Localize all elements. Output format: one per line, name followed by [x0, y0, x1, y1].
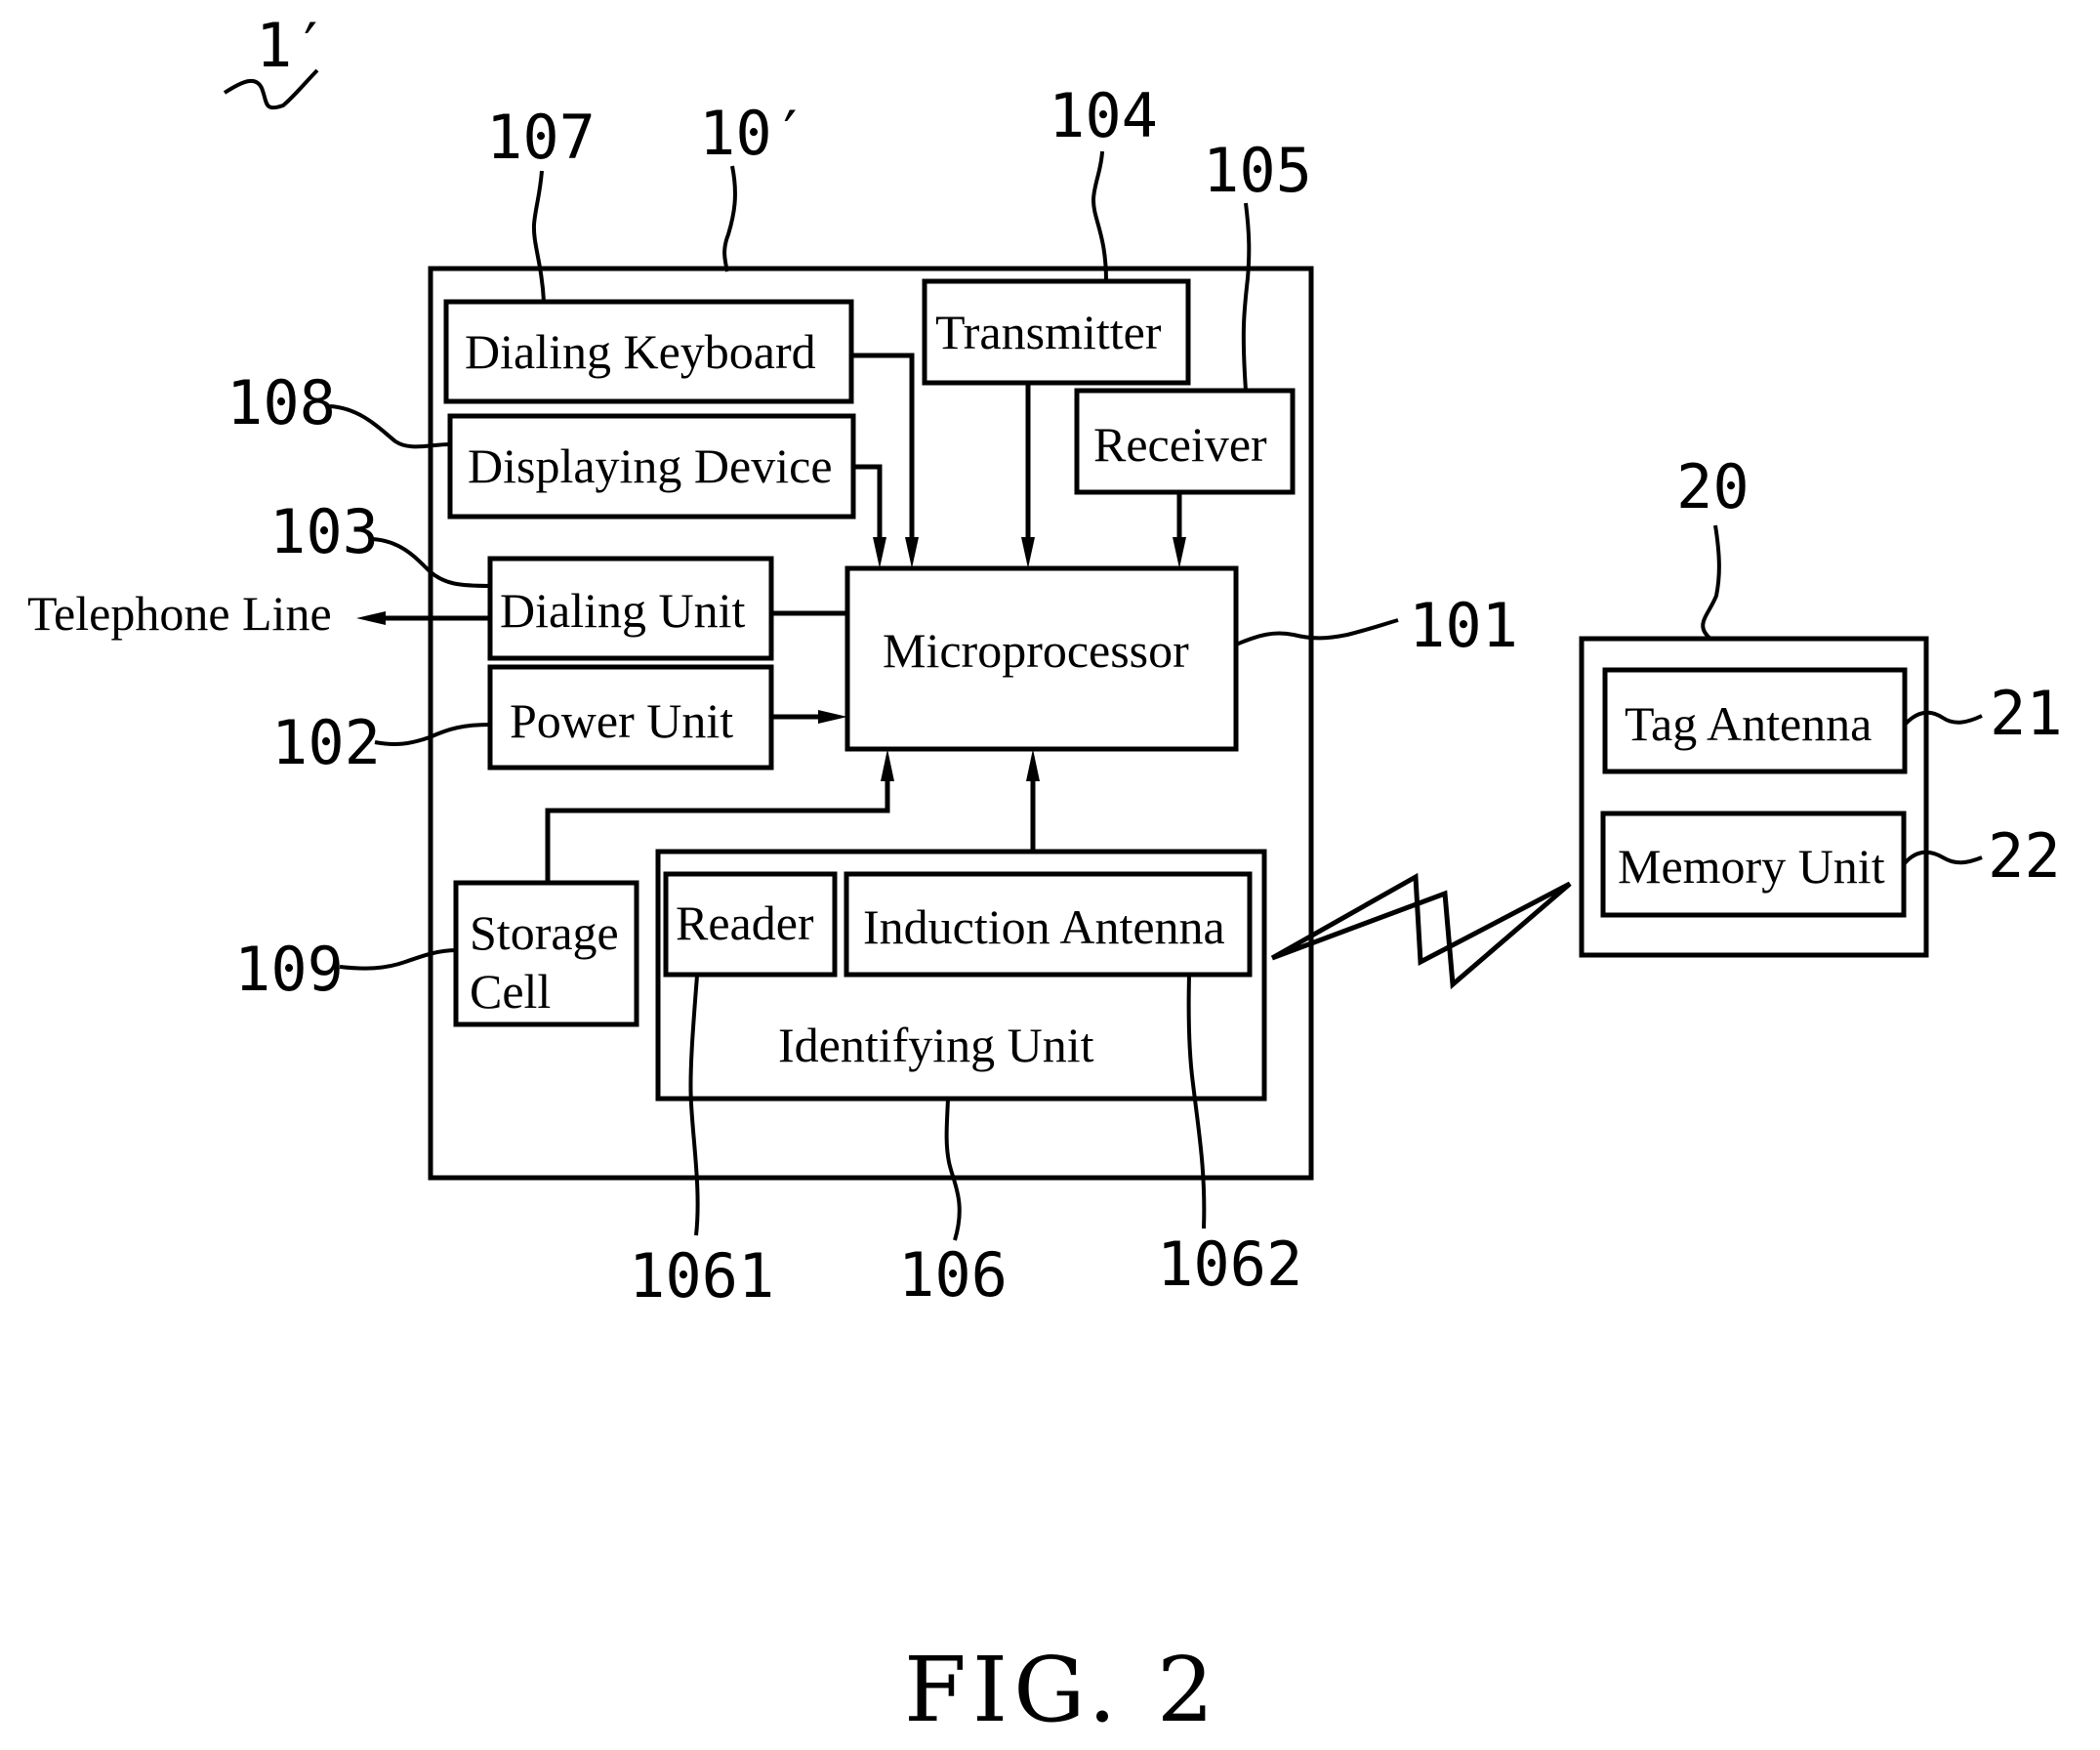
arrow-telephone-line — [356, 611, 386, 625]
arrow-transmitter — [1021, 537, 1035, 568]
leader-receiver — [1241, 202, 1252, 392]
ref-dialing-keyboard: 107 — [486, 102, 596, 173]
receiver-label: Receiver — [1093, 417, 1267, 472]
leader-tag — [1701, 524, 1721, 641]
induction-antenna-label: Induction Antenna — [863, 899, 1225, 954]
arrow-storage-cell — [881, 749, 894, 781]
reader-label: Reader — [676, 896, 814, 950]
ref-microprocessor: 101 — [1409, 590, 1518, 661]
arrow-dialing-keyboard — [905, 537, 919, 568]
ref-tag: 20 — [1676, 451, 1750, 522]
ref-displaying-device: 108 — [226, 367, 336, 438]
wire-displaying-device-microprocessor — [853, 464, 883, 547]
ref-receiver: 105 — [1203, 135, 1312, 206]
transmitter-label: Transmitter — [935, 305, 1162, 359]
tag-box — [1579, 636, 1929, 958]
power-unit-label: Power Unit — [510, 693, 733, 748]
leader-reader — [688, 975, 700, 1236]
ref-tag-antenna: 21 — [1990, 678, 2063, 749]
ref-memory-unit: 22 — [1988, 820, 2061, 892]
arrow-power-unit — [818, 710, 847, 724]
displaying-device-label: Displaying Device — [468, 438, 833, 493]
wireless-link-icon — [1270, 872, 1572, 990]
identifying-unit-label: Identifying Unit — [778, 1018, 1094, 1072]
dialing-unit-label: Dialing Unit — [500, 583, 745, 638]
arrow-receiver — [1173, 537, 1186, 568]
block-diagram: 1′ 10′ Dialing Keyboard 107 Displaying D… — [27, 10, 2063, 1742]
figure-caption: FIG. 2 — [904, 1638, 1219, 1742]
memory-unit-label: Memory Unit — [1618, 839, 1885, 894]
leader-storage-cell — [339, 948, 457, 971]
leader-identifying-unit — [944, 1098, 962, 1241]
leader-device — [722, 165, 737, 272]
leader-dialing-keyboard — [531, 170, 546, 303]
leader-transmitter — [1091, 150, 1108, 282]
ref-induction-antenna: 1062 — [1157, 1229, 1302, 1300]
microprocessor-label: Microprocessor — [883, 623, 1189, 678]
ref-reader: 1061 — [629, 1240, 774, 1312]
leader-memory-unit — [1902, 850, 1983, 866]
ref-storage-cell: 109 — [234, 934, 344, 1005]
leader-tag-antenna — [1903, 710, 1983, 727]
wire-storage-cell-microprocessor — [545, 781, 890, 883]
ref-system: 1′ — [256, 10, 329, 81]
telephone-line-label: Telephone Line — [27, 586, 332, 641]
ref-power-unit: 102 — [271, 707, 381, 778]
leader-microprocessor — [1235, 618, 1399, 646]
arrow-displaying-device — [873, 537, 886, 568]
storage-cell-label-line2: Cell — [470, 964, 551, 1019]
ref-dialing-unit: 103 — [269, 496, 379, 567]
ref-transmitter: 104 — [1049, 80, 1158, 151]
ref-device: 10′ — [699, 98, 808, 169]
storage-cell-label-line1: Storage — [470, 905, 619, 960]
arrow-identifying-unit — [1026, 749, 1040, 781]
ref-identifying-unit: 106 — [898, 1239, 1008, 1311]
tag-antenna-label: Tag Antenna — [1625, 696, 1872, 751]
leader-induction-antenna — [1186, 975, 1207, 1229]
dialing-keyboard-label: Dialing Keyboard — [465, 324, 816, 379]
